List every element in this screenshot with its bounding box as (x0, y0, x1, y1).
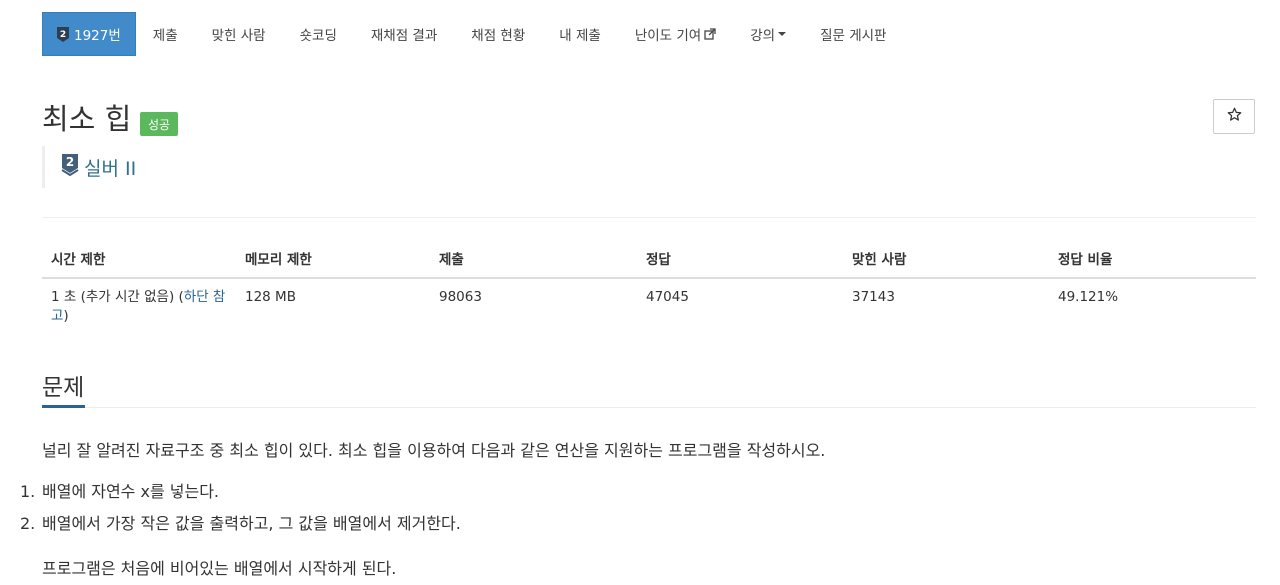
external-link-icon (704, 28, 716, 40)
tier-label[interactable]: 실버 II (84, 154, 136, 181)
section-underline (42, 405, 85, 408)
header-accepted: 정답 (637, 238, 843, 279)
nav-tab-label: 내 제출 (559, 28, 601, 44)
problem-nav: 2 1927번 제출 맞힌 사람 숏코딩 재채점 결과 채점 현황 내 제출 난… (42, 12, 903, 56)
problem-description: 널리 잘 알려진 자료구조 중 최소 힙이 있다. 최소 힙을 이용하여 다음과… (42, 441, 826, 460)
header-memory-limit: 메모리 제한 (236, 238, 430, 279)
cell-accepted: 47045 (646, 289, 689, 305)
favorite-button[interactable] (1213, 99, 1255, 134)
silver-tier-icon: 2 (56, 26, 70, 42)
result-badge: 성공 (140, 112, 179, 136)
cell-submissions: 98063 (439, 289, 482, 305)
list-number: 2. (20, 514, 36, 533)
nav-tab-qna-board[interactable]: 질문 게시판 (803, 12, 903, 56)
nav-tab-label: 제출 (152, 28, 178, 44)
nav-tab-label: 재채점 결과 (370, 28, 438, 44)
table-header-row: 시간 제한 메모리 제한 제출 정답 맞힌 사람 정답 비율 (42, 238, 1256, 279)
nav-tab-rejudge-results[interactable]: 재채점 결과 (354, 12, 454, 56)
nav-tab-short-coding[interactable]: 숏코딩 (283, 12, 354, 56)
list-text: 배열에 자연수 x를 넣는다. (42, 482, 220, 501)
list-item: 2. 배열에서 가장 작은 값을 출력하고, 그 값을 배열에서 제거한다. (20, 512, 461, 544)
nav-tab-label: 채점 현황 (471, 28, 526, 44)
star-icon (1227, 107, 1242, 126)
nav-tab-lectures[interactable]: 강의 (733, 12, 803, 56)
problem-info-table: 시간 제한 메모리 제한 제출 정답 맞힌 사람 정답 비율 1 초 (추가 시… (42, 238, 1256, 335)
caret-down-icon (778, 32, 787, 36)
problem-tier: 2 실버 II (42, 146, 136, 188)
section-divider (42, 407, 1256, 408)
header-submissions: 제출 (430, 238, 637, 279)
cell-memory-limit: 128 MB (245, 289, 296, 305)
nav-tab-label: 난이도 기여 (634, 28, 702, 44)
svg-text:2: 2 (60, 30, 66, 40)
time-limit-suffix: ) (63, 308, 69, 324)
nav-tab-label: 질문 게시판 (820, 28, 887, 44)
cell-solved-users: 37143 (852, 289, 895, 305)
nav-tab-label: 맞힌 사람 (211, 28, 266, 44)
nav-tab-difficulty-contribution[interactable]: 난이도 기여 (618, 12, 733, 56)
nav-tab-submit[interactable]: 제출 (136, 12, 195, 56)
problem-note: 프로그램은 처음에 비어있는 배열에서 시작하게 된다. (42, 559, 397, 578)
header-ratio: 정답 비율 (1049, 238, 1256, 279)
table-row: 1 초 (추가 시간 없음) (하단 참고) 128 MB 98063 4704… (42, 278, 1256, 335)
nav-tab-my-submissions[interactable]: 내 제출 (542, 12, 618, 56)
nav-tab-status[interactable]: 채점 현황 (454, 12, 542, 56)
cell-time-limit: 1 초 (추가 시간 없음) (하단 참고) (42, 278, 236, 335)
list-item: 1. 배열에 자연수 x를 넣는다. (20, 480, 461, 512)
operation-list: 1. 배열에 자연수 x를 넣는다. 2. 배열에서 가장 작은 값을 출력하고, … (20, 480, 461, 544)
cell-ratio: 49.121% (1058, 289, 1119, 305)
section-title: 문제 (42, 375, 85, 401)
nav-tab-solved-users[interactable]: 맞힌 사람 (195, 12, 283, 56)
svg-text:2: 2 (66, 155, 74, 169)
nav-tab-label: 강의 (750, 28, 776, 44)
divider (42, 217, 1256, 218)
header-solved-users: 맞힌 사람 (843, 238, 1049, 279)
list-number: 1. (20, 482, 36, 501)
time-limit-text: 1 초 (추가 시간 없음) ( (51, 289, 184, 305)
nav-tab-label: 숏코딩 (299, 28, 337, 44)
page-title: 최소 힙 (42, 102, 132, 136)
silver-tier-icon: 2 (61, 154, 79, 180)
header-time-limit: 시간 제한 (42, 238, 236, 279)
list-text: 배열에서 가장 작은 값을 출력하고, 그 값을 배열에서 제거한다. (42, 514, 461, 533)
nav-tab-problem[interactable]: 2 1927번 (42, 12, 136, 56)
nav-tab-label: 1927번 (74, 28, 121, 44)
